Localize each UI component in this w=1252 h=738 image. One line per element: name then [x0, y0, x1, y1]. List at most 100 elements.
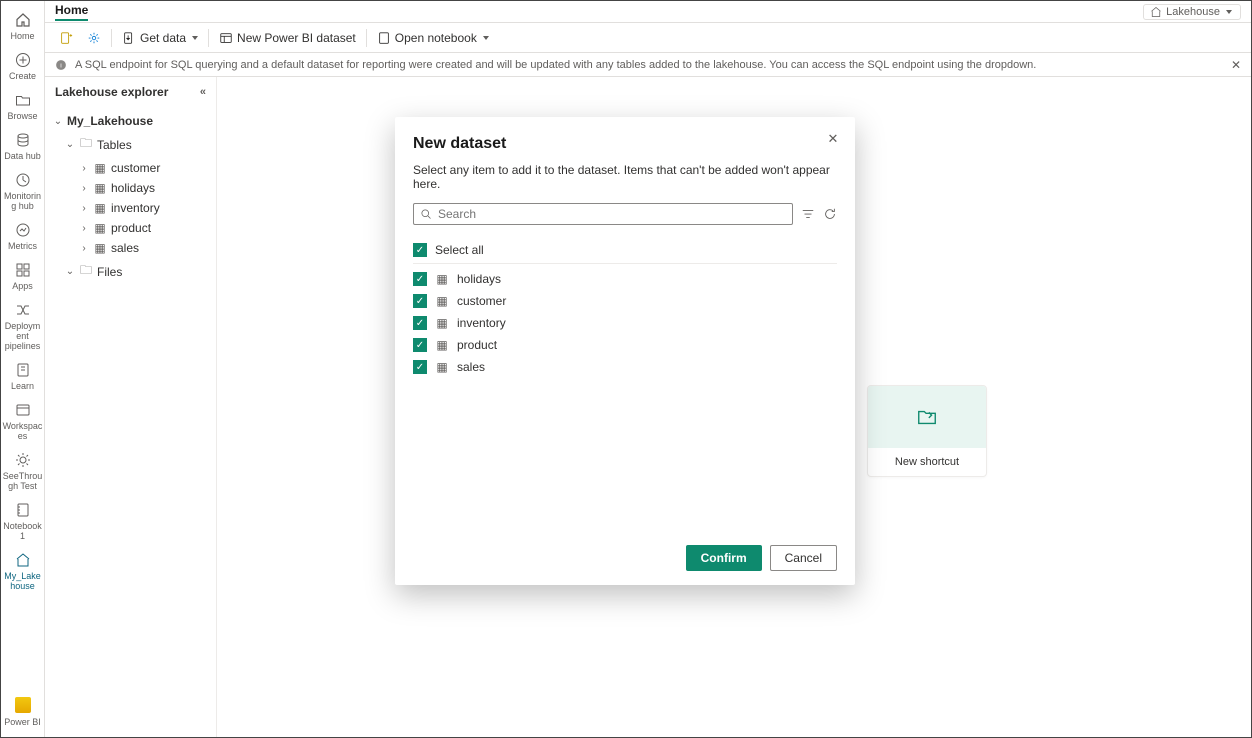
toolbar-new-item[interactable] [53, 28, 79, 48]
search-box[interactable] [413, 203, 793, 225]
tree-table-item[interactable]: › ▦ inventory [51, 198, 210, 218]
chevron-right-icon: › [79, 183, 89, 194]
tree-root-label: My_Lakehouse [67, 114, 153, 128]
dataset-item-row[interactable]: ✓ ▦ holidays [413, 268, 837, 290]
checkbox-checked-icon[interactable]: ✓ [413, 360, 427, 374]
view-mode-label: Lakehouse [1166, 6, 1220, 18]
database-icon [14, 131, 32, 149]
new-dataset-modal: New dataset ✕ Select any item to add it … [395, 117, 855, 585]
tree-label: sales [111, 241, 139, 255]
folder-icon: 🗀 [79, 261, 93, 282]
breadcrumb-home[interactable]: Home [55, 3, 88, 21]
checkbox-checked-icon[interactable]: ✓ [413, 243, 427, 257]
tree-label: product [111, 221, 151, 235]
cancel-button[interactable]: Cancel [770, 545, 837, 571]
new-shortcut-card[interactable]: New shortcut [867, 385, 987, 477]
new-pbi-dataset-button[interactable]: New Power BI dataset [213, 28, 362, 48]
tree-files-folder[interactable]: ⌄ 🗀 Files [51, 258, 210, 285]
rail-powerbi[interactable]: Power BI [1, 691, 45, 731]
tree-tables-folder[interactable]: ⌄ 🗀 Tables [51, 131, 210, 158]
rail-label: Apps [12, 281, 33, 291]
rail-label: SeeThrough Test [3, 471, 43, 491]
chevron-right-icon: › [79, 163, 89, 174]
checkbox-checked-icon[interactable]: ✓ [413, 272, 427, 286]
rail-metrics[interactable]: Metrics [1, 215, 45, 255]
rail-label: Monitoring hub [3, 191, 43, 211]
folder-icon: 🗀 [79, 134, 93, 155]
table-icon: ▦ [93, 161, 107, 175]
get-data-button[interactable]: Get data [116, 28, 204, 48]
checkbox-checked-icon[interactable]: ✓ [413, 294, 427, 308]
rail-datahub[interactable]: Data hub [1, 125, 45, 165]
rail-workspaces[interactable]: Workspaces [1, 395, 45, 445]
rail-notebook1[interactable]: Notebook 1 [1, 495, 45, 545]
tree-table-item[interactable]: › ▦ customer [51, 158, 210, 178]
rail-label: Learn [11, 381, 34, 391]
rail-home[interactable]: Home [1, 5, 45, 45]
apps-icon [14, 261, 32, 279]
table-icon: ▦ [93, 201, 107, 215]
dataset-item-row[interactable]: ✓ ▦ inventory [413, 312, 837, 334]
confirm-button[interactable]: Confirm [686, 545, 762, 571]
book-icon [14, 361, 32, 379]
view-mode-switcher[interactable]: Lakehouse [1143, 4, 1241, 20]
item-label: product [457, 338, 497, 352]
chevron-right-icon: › [79, 243, 89, 254]
chevron-down-icon: ⌄ [65, 266, 75, 277]
dataset-item-row[interactable]: ✓ ▦ sales [413, 356, 837, 378]
table-icon: ▦ [93, 241, 107, 255]
plus-circle-icon [14, 51, 32, 69]
dataset-item-row[interactable]: ✓ ▦ customer [413, 290, 837, 312]
search-input[interactable] [438, 207, 786, 221]
tree-label: inventory [111, 201, 160, 215]
chevron-down-icon: ⌄ [65, 139, 75, 150]
rail-create[interactable]: Create [1, 45, 45, 85]
tree-table-item[interactable]: › ▦ sales [51, 238, 210, 258]
tree-table-item[interactable]: › ▦ product [51, 218, 210, 238]
checkbox-checked-icon[interactable]: ✓ [413, 316, 427, 330]
info-close-button[interactable]: ✕ [1231, 58, 1241, 72]
checkbox-checked-icon[interactable]: ✓ [413, 338, 427, 352]
shortcut-folder-icon [916, 406, 938, 428]
select-all-row[interactable]: ✓ Select all [413, 239, 837, 264]
rail-lakehouse[interactable]: My_Lakehouse [1, 545, 45, 595]
filter-button[interactable] [801, 207, 815, 221]
rail-label: Metrics [8, 241, 37, 251]
rail-seethrough[interactable]: SeeThrough Test [1, 445, 45, 495]
toolbar-settings[interactable] [81, 28, 107, 48]
rail-monitoring[interactable]: Monitoring hub [1, 165, 45, 215]
lakehouse-small-icon [1150, 6, 1162, 18]
tree-label: Files [97, 265, 122, 279]
table-icon: ▦ [93, 221, 107, 235]
pipeline-icon [14, 301, 32, 319]
item-label: customer [457, 294, 506, 308]
table-icon: ▦ [93, 181, 107, 195]
dataset-item-row[interactable]: ✓ ▦ product [413, 334, 837, 356]
open-notebook-button[interactable]: Open notebook [371, 28, 495, 48]
rail-learn[interactable]: Learn [1, 355, 45, 395]
item-label: sales [457, 360, 485, 374]
workspaces-icon [14, 401, 32, 419]
rail-pipelines[interactable]: Deployment pipelines [1, 295, 45, 355]
rail-browse[interactable]: Browse [1, 85, 45, 125]
rail-label: Create [9, 71, 36, 81]
page-plus-icon [59, 31, 73, 45]
get-data-label: Get data [140, 31, 186, 45]
tree-table-item[interactable]: › ▦ holidays [51, 178, 210, 198]
chevron-down-icon [1226, 10, 1232, 14]
shortcut-label: New shortcut [868, 448, 986, 476]
tree-label: Tables [97, 138, 132, 152]
collapse-panel-button[interactable]: « [200, 86, 206, 98]
chevron-right-icon: › [79, 203, 89, 214]
new-pbi-label: New Power BI dataset [237, 31, 356, 45]
modal-close-button[interactable]: ✕ [823, 129, 843, 149]
test-icon [14, 451, 32, 469]
tree-root-lakehouse[interactable]: ⌄ My_Lakehouse [51, 111, 210, 131]
rail-apps[interactable]: Apps [1, 255, 45, 295]
main-canvas: New shortcut New dataset ✕ Select any it… [217, 77, 1251, 737]
refresh-button[interactable] [823, 207, 837, 221]
tree-label: customer [111, 161, 160, 175]
rail-label: My_Lakehouse [3, 571, 43, 591]
rail-label: Home [10, 31, 34, 41]
info-icon: i [55, 59, 67, 71]
